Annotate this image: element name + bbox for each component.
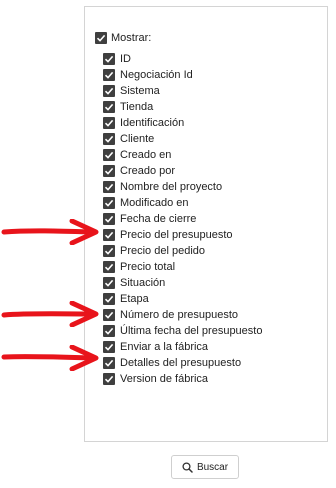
column-checkbox-label: Creado en bbox=[120, 149, 172, 161]
column-checkbox-item[interactable]: Etapa bbox=[103, 291, 262, 307]
checkbox-checked-icon[interactable] bbox=[103, 85, 115, 97]
checkbox-checked-icon[interactable] bbox=[103, 373, 115, 385]
checkbox-checked-icon[interactable] bbox=[103, 357, 115, 369]
column-checkbox-item[interactable]: Negociación Id bbox=[103, 67, 262, 83]
column-checkbox-label: Última fecha del presupuesto bbox=[120, 325, 263, 337]
column-checkbox-label: ID bbox=[120, 53, 131, 65]
red-arrow-annotation bbox=[1, 301, 99, 327]
column-checkbox-label: Identificación bbox=[120, 117, 185, 129]
column-checkbox-item[interactable]: Detalles del presupuesto bbox=[103, 355, 262, 371]
show-all-checkbox-row[interactable]: Mostrar: bbox=[95, 31, 151, 45]
column-checkbox-item[interactable]: Sistema bbox=[103, 83, 262, 99]
column-checkbox-item[interactable]: Creado por bbox=[103, 163, 262, 179]
column-checkbox-label: Precio total bbox=[120, 261, 176, 273]
checkbox-checked-icon[interactable] bbox=[103, 325, 115, 337]
column-checkbox-item[interactable]: Última fecha del presupuesto bbox=[103, 323, 262, 339]
checkbox-checked-icon[interactable] bbox=[95, 32, 107, 44]
column-checkbox-label: Modificado en bbox=[120, 197, 189, 209]
column-checkbox-item[interactable]: Cliente bbox=[103, 131, 262, 147]
column-checkbox-item[interactable]: Version de fábrica bbox=[103, 371, 262, 387]
column-checkbox-label: Version de fábrica bbox=[120, 373, 209, 385]
column-checkbox-item[interactable]: Nombre del proyecto bbox=[103, 179, 262, 195]
column-checkbox-item[interactable]: Enviar a la fábrica bbox=[103, 339, 262, 355]
column-checkbox-item[interactable]: Precio del presupuesto bbox=[103, 227, 262, 243]
column-checkbox-item[interactable]: Fecha de cierre bbox=[103, 211, 262, 227]
column-checkbox-item[interactable]: ID bbox=[103, 51, 262, 67]
column-checkbox-item[interactable]: Modificado en bbox=[103, 195, 262, 211]
checkbox-checked-icon[interactable] bbox=[103, 293, 115, 305]
column-checkbox-label: Nombre del proyecto bbox=[120, 181, 223, 193]
column-checkbox-label: Enviar a la fábrica bbox=[120, 341, 209, 353]
red-arrow-annotation bbox=[1, 219, 99, 245]
column-checkbox-label: Negociación Id bbox=[120, 69, 193, 81]
column-checkbox-item[interactable]: Precio del pedido bbox=[103, 243, 262, 259]
column-checkbox-item[interactable]: Identificación bbox=[103, 115, 262, 131]
red-arrow-annotation bbox=[1, 345, 99, 371]
checkbox-checked-icon[interactable] bbox=[103, 101, 115, 113]
checkbox-checked-icon[interactable] bbox=[103, 69, 115, 81]
column-checkbox-item[interactable]: Número de presupuesto bbox=[103, 307, 262, 323]
search-button[interactable]: Buscar bbox=[171, 455, 239, 479]
checkbox-checked-icon[interactable] bbox=[103, 341, 115, 353]
column-checkbox-label: Etapa bbox=[120, 293, 149, 305]
show-all-label: Mostrar: bbox=[111, 32, 152, 44]
checkbox-checked-icon[interactable] bbox=[103, 261, 115, 273]
checkbox-checked-icon[interactable] bbox=[103, 117, 115, 129]
column-checkbox-label: Situación bbox=[120, 277, 166, 289]
column-checkbox-item[interactable]: Creado en bbox=[103, 147, 262, 163]
column-checkbox-label: Detalles del presupuesto bbox=[120, 357, 242, 369]
column-checkbox-item[interactable]: Situación bbox=[103, 275, 262, 291]
column-checkbox-label: Número de presupuesto bbox=[120, 309, 239, 321]
checkbox-checked-icon[interactable] bbox=[103, 165, 115, 177]
checkbox-checked-icon[interactable] bbox=[103, 213, 115, 225]
search-icon bbox=[182, 461, 193, 473]
column-checkbox-item[interactable]: Tienda bbox=[103, 99, 262, 115]
checkbox-checked-icon[interactable] bbox=[103, 197, 115, 209]
checkbox-checked-icon[interactable] bbox=[103, 229, 115, 241]
column-checkbox-label: Precio del pedido bbox=[120, 245, 206, 257]
column-checkbox-label: Creado por bbox=[120, 165, 176, 177]
column-checkbox-item[interactable]: Precio total bbox=[103, 259, 262, 275]
column-checkbox-label: Cliente bbox=[120, 133, 155, 145]
checkbox-checked-icon[interactable] bbox=[103, 181, 115, 193]
column-checkbox-list: ID Negociación Id Sistema Tienda Identificac… bbox=[103, 51, 262, 387]
checkbox-checked-icon[interactable] bbox=[103, 277, 115, 289]
search-button-label: Buscar bbox=[196, 461, 229, 473]
column-checkbox-label: Tienda bbox=[120, 101, 154, 113]
column-checkbox-label: Sistema bbox=[120, 85, 160, 97]
checkbox-checked-icon[interactable] bbox=[103, 309, 115, 321]
checkbox-checked-icon[interactable] bbox=[103, 133, 115, 145]
page: Mostrar: ID Negociación Id Sistema Tienda Id… bbox=[0, 0, 336, 488]
column-checkbox-label: Fecha de cierre bbox=[120, 213, 197, 225]
column-checkbox-label: Precio del presupuesto bbox=[120, 229, 233, 241]
checkbox-checked-icon[interactable] bbox=[103, 245, 115, 257]
checkbox-checked-icon[interactable] bbox=[103, 53, 115, 65]
checkbox-checked-icon[interactable] bbox=[103, 149, 115, 161]
